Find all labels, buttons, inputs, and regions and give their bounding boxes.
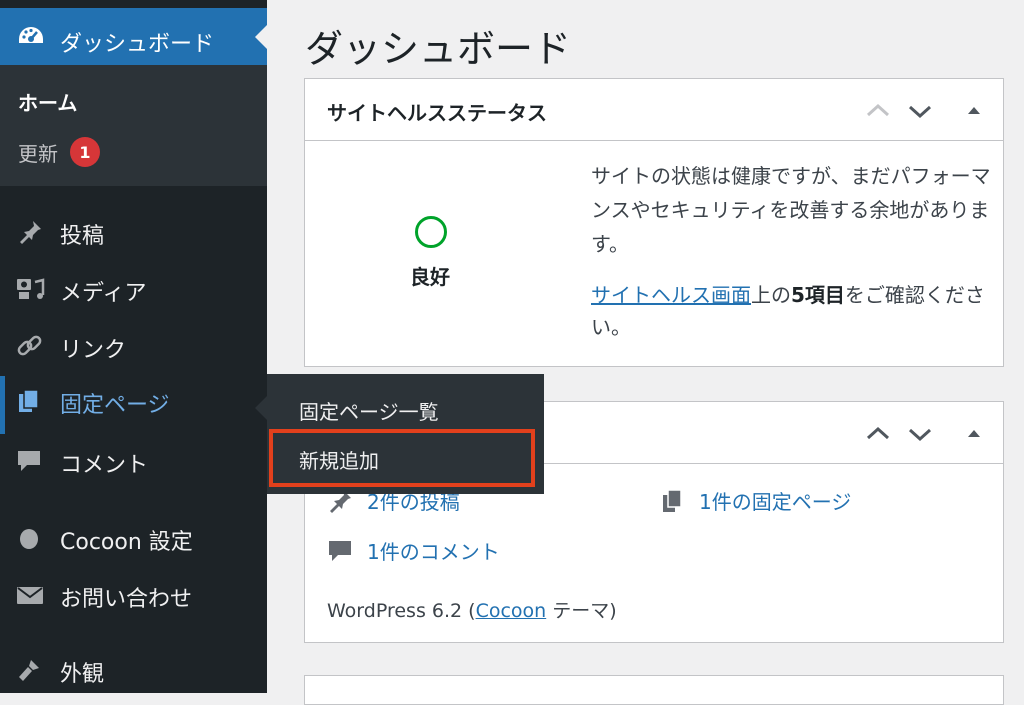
glance-move-up-icon[interactable] <box>863 422 893 446</box>
submenu-updates[interactable]: 更新 1 <box>18 137 100 167</box>
menu-links[interactable]: リンク <box>0 321 267 371</box>
cocoon-icon <box>15 525 45 551</box>
media-icon <box>15 276 45 302</box>
glance-pages-label: 1件の固定ページ <box>699 490 852 514</box>
health-more-info: サイトヘルス画面上の5項目をご確認ください。 <box>591 279 991 343</box>
menu-media-label: メディア <box>60 281 147 306</box>
flyout-add-new-label: 新規追加 <box>299 449 379 473</box>
paintbrush-icon <box>15 657 45 683</box>
collapse-toggle-icon[interactable] <box>959 99 989 123</box>
envelope-icon <box>15 582 45 608</box>
menu-pages-label: 固定ページ <box>60 393 170 418</box>
pages-flyout-submenu: 固定ページ一覧 新規追加 <box>255 374 544 494</box>
theme-link[interactable]: Cocoon <box>476 600 547 622</box>
updates-count-badge: 1 <box>70 137 100 167</box>
glance-collapse-icon[interactable] <box>959 422 989 446</box>
third-widget <box>304 675 1004 705</box>
dashboard-gauge-icon <box>16 24 46 54</box>
glance-move-down-icon[interactable] <box>905 422 935 446</box>
submenu-home[interactable]: ホーム <box>18 87 77 116</box>
menu-contact[interactable]: お問い合わせ <box>0 570 267 620</box>
admin-sidebar: ダッシュボード ホーム 更新 1 投稿 メディア リンク 固定ページ コメント … <box>0 0 267 693</box>
glance-comment-icon <box>329 540 351 561</box>
submenu-updates-label: 更新 <box>18 141 58 166</box>
menu-posts-label: 投稿 <box>60 224 105 249</box>
wordpress-version: WordPress 6.2 (Cocoon テーマ) <box>327 596 617 623</box>
site-health-widget: サイトヘルスステータス 良好 サイトの状態は健康ですが、まだパフォーマンスやセキ… <box>304 78 1004 367</box>
menu-contact-label: お問い合わせ <box>60 587 193 612</box>
pages-icon <box>15 388 45 414</box>
menu-cocoon-label: Cocoon 設定 <box>60 530 193 555</box>
menu-appearance[interactable]: 外観 <box>0 645 267 695</box>
health-description: サイトの状態は健康ですが、まだパフォーマンスやセキュリティを改善する余地がありま… <box>591 164 991 256</box>
flyout-all-pages[interactable]: 固定ページ一覧 <box>299 396 439 425</box>
wp-version-suffix: テーマ) <box>546 600 617 622</box>
site-health-body: 良好 サイトの状態は健康ですが、まだパフォーマンスやセキュリティを改善する余地が… <box>305 141 1003 366</box>
health-status-label: 良好 <box>410 265 450 289</box>
move-down-icon[interactable] <box>905 99 935 123</box>
glance-comments[interactable]: 1件のコメント <box>327 536 500 565</box>
glance-comments-label: 1件のコメント <box>367 540 500 564</box>
site-health-header: サイトヘルスステータス <box>305 79 1003 141</box>
site-health-link[interactable]: サイトヘルス画面 <box>591 283 751 307</box>
pin-icon <box>15 219 45 245</box>
menu-dashboard-label: ダッシュボード <box>60 32 215 57</box>
menu-cocoon-settings[interactable]: Cocoon 設定 <box>0 513 267 563</box>
link-chain-icon <box>15 333 45 359</box>
page-title: ダッシュボード <box>305 27 572 71</box>
move-up-icon[interactable] <box>863 99 893 123</box>
menu-media[interactable]: メディア <box>0 264 267 314</box>
dashboard-submenu: ホーム 更新 1 <box>0 65 267 186</box>
health-more-mid: 上の <box>751 283 791 307</box>
menu-comments[interactable]: コメント <box>0 436 267 486</box>
health-item-count: 5項目 <box>791 283 845 307</box>
menu-dashboard[interactable]: ダッシュボード <box>0 8 267 65</box>
menu-links-label: リンク <box>60 338 127 363</box>
site-health-title: サイトヘルスステータス <box>327 101 547 125</box>
comment-bubble-icon <box>15 448 45 474</box>
glance-pages-icon <box>663 488 682 512</box>
health-status-ring-icon <box>415 216 447 248</box>
flyout-add-new[interactable]: 新規追加 <box>269 429 535 487</box>
menu-posts[interactable]: 投稿 <box>0 207 267 257</box>
menu-comments-label: コメント <box>60 453 149 478</box>
wp-version-prefix: WordPress 6.2 ( <box>327 600 476 622</box>
menu-appearance-label: 外観 <box>60 662 105 687</box>
glance-pages[interactable]: 1件の固定ページ <box>659 486 851 515</box>
menu-pages[interactable]: 固定ページ <box>0 376 267 434</box>
